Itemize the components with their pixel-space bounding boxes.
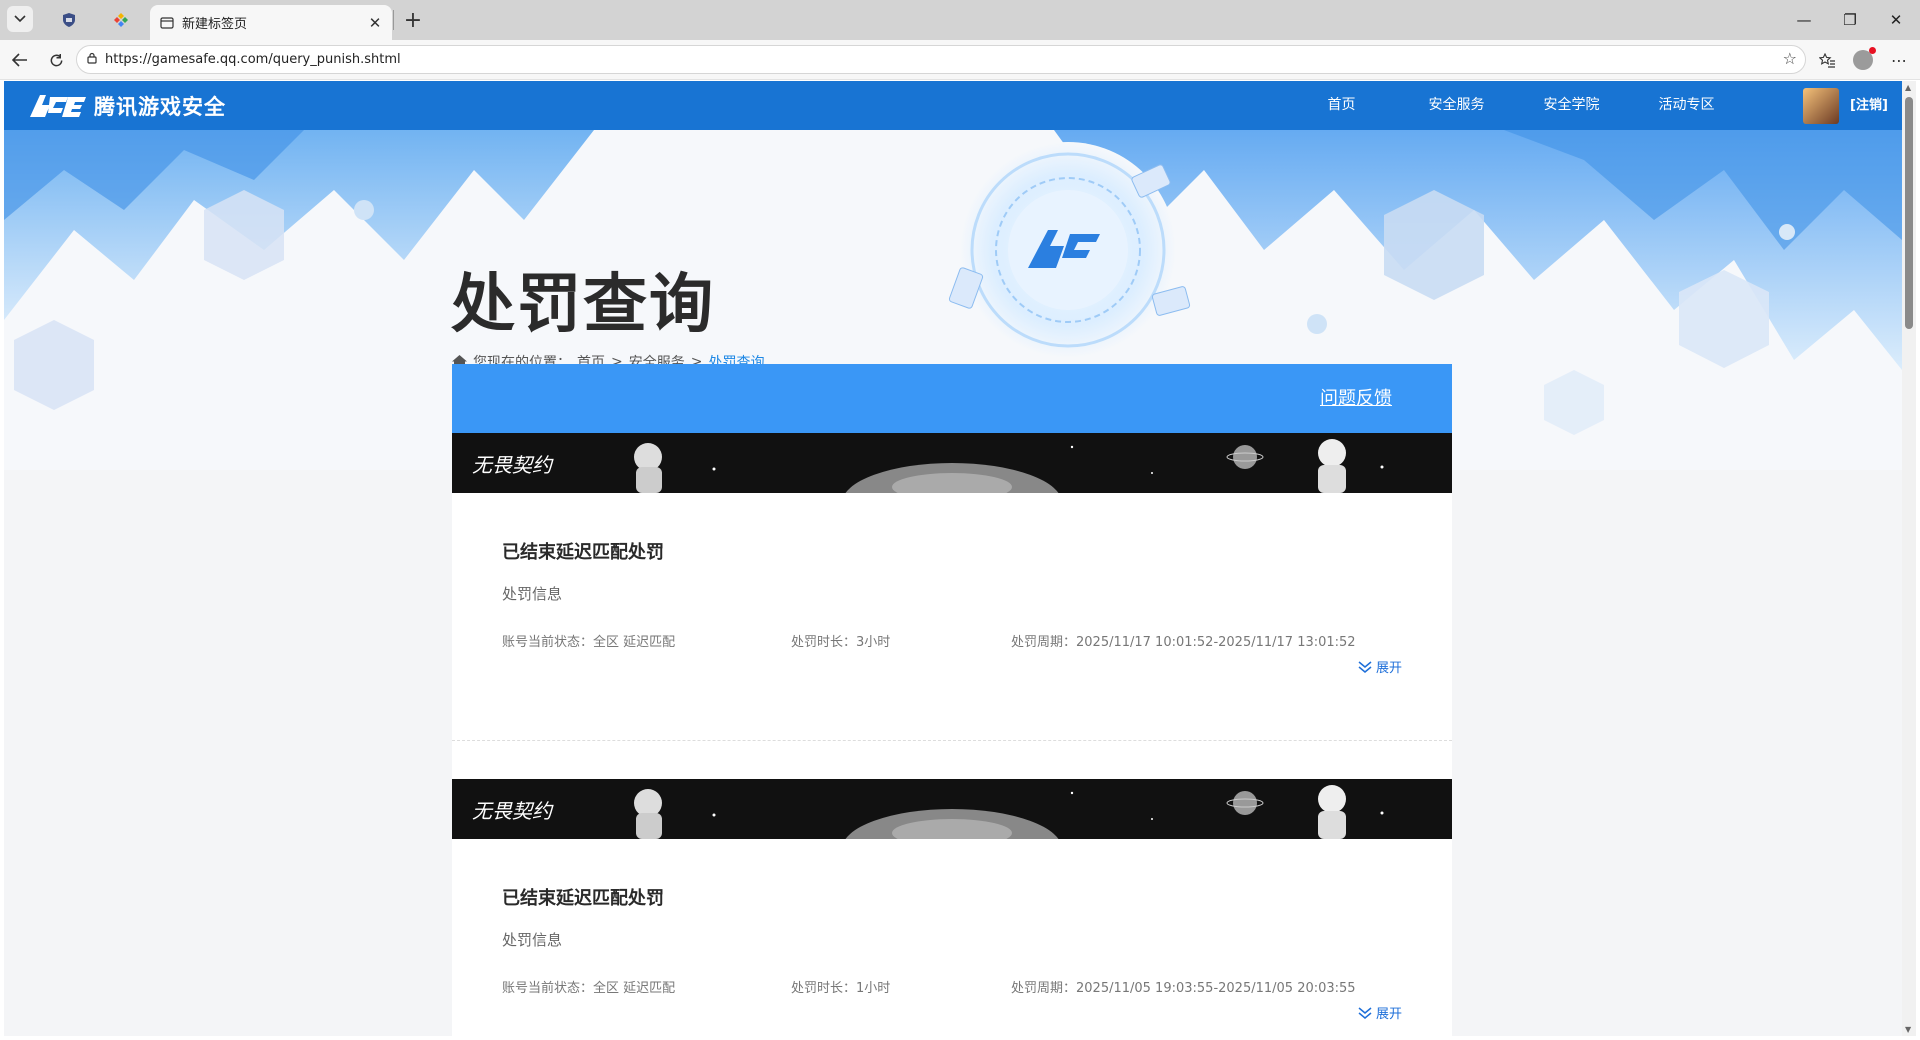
account-status: 账号当前状态：全区 延迟匹配 xyxy=(502,981,676,996)
ace-logo-icon xyxy=(30,95,86,117)
logout-link[interactable]: [注销] xyxy=(1850,81,1888,130)
nav-security-academy[interactable]: 安全学院 xyxy=(1514,81,1629,130)
main-nav: 首页 安全服务 安全学院 活动专区 xyxy=(1284,81,1744,130)
record-subtitle: 处罚信息 xyxy=(502,931,563,949)
punishment-panel: 问题反馈 无畏契约 已结束延迟匹配处罚 处罚信息 账号当前状态：全区 延迟匹配 … xyxy=(452,364,1452,1036)
browser-toolbar: https://gamesafe.qq.com/query_punish.sht… xyxy=(0,40,1920,80)
game-banner: 无畏契约 xyxy=(452,433,1452,493)
punishment-record: 无畏契约 已结束延迟匹配处罚 处罚信息 账号当前状态：全区 延迟匹配 处罚时长：… xyxy=(452,779,1452,1036)
feedback-bar: 问题反馈 xyxy=(452,364,1452,433)
nav-home[interactable]: 首页 xyxy=(1284,81,1399,130)
settings-more-button[interactable]: ⋯ xyxy=(1884,46,1914,74)
favorites-button[interactable] xyxy=(1812,46,1842,74)
logo-text: 腾讯游戏安全 xyxy=(94,95,226,119)
colorful-logo-icon xyxy=(114,13,128,27)
minimize-button[interactable]: — xyxy=(1784,6,1824,34)
favorites-list-icon xyxy=(1818,52,1835,68)
punishment-record: 无畏契约 已结束延迟匹配处罚 处罚信息 账号当前状态：全区 延迟匹配 处罚时长：… xyxy=(452,433,1452,741)
game-banner: 无畏契约 xyxy=(452,779,1452,839)
record-subtitle: 处罚信息 xyxy=(502,585,563,603)
scroll-thumb[interactable] xyxy=(1905,97,1913,329)
record-spacer xyxy=(452,741,1452,779)
punish-duration: 处罚时长：3小时 xyxy=(791,635,891,650)
space-banner-art xyxy=(634,785,1384,839)
punish-period: 处罚周期：2025/11/17 10:01:52-2025/11/17 13:0… xyxy=(1011,635,1356,650)
close-window-button[interactable]: ✕ xyxy=(1876,6,1916,34)
browser-tab-bar: 新建标签页 ✕ + — ❐ ✕ xyxy=(0,0,1920,40)
new-tab-button[interactable]: + xyxy=(400,7,426,33)
profile-button[interactable] xyxy=(1848,46,1878,74)
favorite-star-icon[interactable]: ☆ xyxy=(1783,49,1797,68)
page-scrollbar[interactable]: ▲ ▼ xyxy=(1902,81,1916,1036)
lock-icon[interactable] xyxy=(87,52,97,67)
feedback-link[interactable]: 问题反馈 xyxy=(1320,364,1392,433)
tab-list-menu-button[interactable] xyxy=(7,6,33,32)
game-name: 无畏契约 xyxy=(472,799,552,823)
punish-duration: 处罚时长：1小时 xyxy=(791,981,891,996)
scroll-down-icon[interactable]: ▼ xyxy=(1905,1025,1911,1034)
expand-button[interactable]: 展开 xyxy=(1358,657,1402,676)
back-button[interactable] xyxy=(6,46,34,74)
double-chevron-down-icon xyxy=(1358,1006,1372,1019)
double-chevron-down-icon xyxy=(1358,660,1372,673)
chevron-down-icon xyxy=(14,15,26,23)
punish-period: 处罚周期：2025/11/05 19:03:55-2025/11/05 20:0… xyxy=(1011,981,1356,996)
expand-label: 展开 xyxy=(1375,1007,1402,1022)
user-avatar[interactable] xyxy=(1803,88,1839,124)
record-title: 已结束延迟匹配处罚 xyxy=(502,542,664,563)
expand-label: 展开 xyxy=(1375,661,1402,676)
game-name: 无畏契约 xyxy=(472,453,552,477)
profile-avatar-icon xyxy=(1853,47,1876,70)
tab-separator xyxy=(393,10,394,30)
site-logo[interactable]: 腾讯游戏安全 xyxy=(28,91,226,121)
pinned-tab-app[interactable] xyxy=(100,6,142,34)
address-bar[interactable]: https://gamesafe.qq.com/query_punish.sht… xyxy=(76,45,1806,74)
active-tab-title: 新建标签页 xyxy=(182,17,248,32)
space-banner-art xyxy=(634,439,1384,493)
site-header: 腾讯游戏安全 首页 安全服务 安全学院 活动专区 [注销] xyxy=(4,81,1902,130)
reload-icon xyxy=(50,53,62,66)
record-title: 已结束延迟匹配处罚 xyxy=(502,888,664,909)
expand-button[interactable]: 展开 xyxy=(1358,1003,1402,1022)
reload-button[interactable] xyxy=(42,46,70,74)
page-viewport: 腾讯游戏安全 首页 安全服务 安全学院 活动专区 [注销] 处罚查询 您现在的位… xyxy=(4,81,1902,1036)
account-status: 账号当前状态：全区 延迟匹配 xyxy=(502,635,676,650)
new-tab-page-icon xyxy=(160,16,174,29)
pinned-tab-gamesafe[interactable] xyxy=(48,6,90,34)
nav-security-services[interactable]: 安全服务 xyxy=(1399,81,1514,130)
page-title: 处罚查询 xyxy=(451,268,715,342)
nav-events[interactable]: 活动专区 xyxy=(1629,81,1744,130)
url-text[interactable]: https://gamesafe.qq.com/query_punish.sht… xyxy=(105,52,401,67)
close-tab-icon[interactable]: ✕ xyxy=(364,12,386,34)
restore-button[interactable]: ❐ xyxy=(1830,6,1870,34)
scroll-up-icon[interactable]: ▲ xyxy=(1905,83,1911,92)
shield-icon xyxy=(63,13,75,27)
arrow-left-icon xyxy=(12,53,27,67)
active-tab[interactable]: 新建标签页 ✕ xyxy=(150,5,392,40)
